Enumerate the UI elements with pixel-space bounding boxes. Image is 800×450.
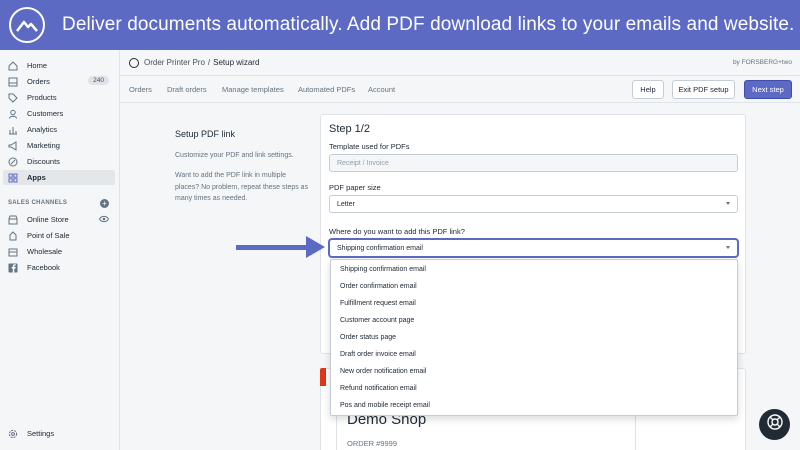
app-header: Order Printer Pro / Setup wizard by FORS… — [120, 50, 800, 76]
pos-icon — [8, 230, 18, 241]
sidebar-item-label: Customers — [27, 109, 64, 118]
callout-arrow-head — [306, 236, 325, 258]
facebook-icon — [8, 263, 18, 273]
tab-manage-templates[interactable]: Manage templates — [222, 85, 284, 94]
dropdown-option[interactable]: Order confirmation email — [340, 283, 417, 290]
section-title: Setup PDF link — [175, 129, 236, 139]
sidebar-item-marketing[interactable]: Marketing — [3, 138, 115, 153]
tab-orders[interactable]: Orders — [129, 85, 152, 94]
sidebar-item-analytics[interactable]: Analytics — [3, 122, 115, 137]
section-description: Customize your PDF and link settings. — [175, 152, 294, 159]
sidebar-item-label: Orders — [27, 77, 50, 86]
chat-support-icon — [766, 413, 784, 436]
support-chat-button[interactable] — [759, 409, 790, 440]
sidebar-item-orders[interactable]: Orders 240 — [3, 74, 115, 89]
apps-icon — [8, 173, 18, 183]
dropdown-option[interactable]: Order status page — [340, 334, 396, 341]
sidebar-item-customers[interactable]: Customers — [3, 106, 115, 121]
exit-pdf-setup-button[interactable]: Exit PDF setup — [672, 80, 735, 99]
sidebar-item-label: Settings — [27, 429, 55, 438]
tab-automated-pdfs[interactable]: Automated PDFs — [298, 85, 355, 94]
add-channel-icon[interactable]: + — [100, 199, 109, 208]
home-icon — [8, 60, 18, 71]
link-location-label: Where do you want to add this PDF link? — [329, 227, 465, 236]
link-location-dropdown: Shipping confirmation email Order confir… — [330, 259, 738, 416]
sidebar-item-settings[interactable]: Settings — [3, 426, 115, 441]
sidebar-item-label: Apps — [27, 173, 46, 182]
wholesale-icon — [8, 247, 18, 257]
sidebar-item-home[interactable]: Home — [3, 58, 115, 73]
paper-size-label: PDF paper size — [329, 183, 381, 192]
sidebar-item-label: Home — [27, 61, 48, 70]
tab-account[interactable]: Account — [368, 85, 395, 94]
orders-icon — [8, 77, 18, 87]
banner-headline: Deliver documents automatically. Add PDF… — [62, 14, 795, 35]
sidebar-item-facebook[interactable]: Facebook — [3, 260, 115, 275]
link-location-value: Shipping confirmation email — [337, 244, 423, 252]
sidebar-item-discounts[interactable]: Discounts — [3, 154, 115, 169]
sidebar-item-apps[interactable]: Apps — [3, 170, 115, 185]
breadcrumb-app[interactable]: Order Printer Pro — [144, 58, 205, 67]
order-printer-logo-icon — [129, 57, 139, 68]
developer-byline[interactable]: by FORSBERG+two — [733, 59, 792, 66]
dropdown-option[interactable]: Fulfillment request email — [340, 300, 416, 307]
dropdown-option[interactable]: Refund notification email — [340, 385, 417, 392]
sidebar-item-products[interactable]: Products — [3, 90, 115, 105]
sidebar: Home Orders 240 Products Customers Analy… — [0, 50, 120, 450]
chevron-down-icon — [726, 246, 730, 249]
sidebar-item-label: Online Store — [27, 215, 69, 224]
megaphone-icon — [8, 140, 18, 151]
callout-arrow — [236, 245, 312, 250]
sidebar-item-online-store[interactable]: Online Store — [3, 212, 115, 227]
step-indicator: Step 1/2 — [329, 123, 370, 135]
gear-icon — [8, 429, 18, 439]
dropdown-option[interactable]: Shipping confirmation email — [340, 266, 426, 273]
sidebar-item-label: Discounts — [27, 157, 60, 166]
chevron-down-icon — [726, 202, 730, 205]
analytics-icon — [8, 125, 18, 135]
sidebar-item-label: Wholesale — [27, 247, 63, 256]
preview-accent — [320, 368, 326, 386]
breadcrumb-separator: / — [207, 58, 211, 67]
promo-banner: Deliver documents automatically. Add PDF… — [0, 0, 800, 50]
paper-size-select[interactable]: Letter — [329, 195, 738, 213]
dropdown-option[interactable]: Pos and mobile receipt email — [340, 402, 430, 409]
customer-icon — [8, 109, 18, 119]
dropdown-option[interactable]: New order notification email — [340, 368, 426, 375]
sidebar-item-label: Products — [27, 93, 57, 102]
template-label: Template used for PDFs — [329, 142, 410, 151]
dropdown-option[interactable]: Draft order invoice email — [340, 351, 416, 358]
sidebar-item-label: Facebook — [27, 263, 60, 272]
preview-order-number: ORDER #9999 — [347, 439, 398, 448]
paper-size-value: Letter — [337, 200, 355, 208]
tab-draft-orders[interactable]: Draft orders — [167, 85, 207, 94]
section-hint: Want to add the PDF link in multiple pla… — [175, 172, 309, 202]
sidebar-item-label: Marketing — [27, 141, 60, 150]
template-value: Receipt / Invoice — [337, 159, 389, 167]
app-logo-icon — [9, 7, 45, 43]
sidebar-item-point-of-sale[interactable]: Point of Sale — [3, 228, 115, 243]
help-button[interactable]: Help — [632, 80, 664, 99]
sidebar-item-wholesale[interactable]: Wholesale — [3, 244, 115, 259]
sidebar-item-label: Analytics — [27, 125, 58, 134]
store-icon — [8, 215, 18, 225]
discount-icon — [8, 157, 18, 167]
dropdown-option[interactable]: Customer account page — [340, 317, 414, 324]
sidebar-item-label: Point of Sale — [27, 231, 70, 240]
breadcrumb-current: Setup wizard — [213, 58, 260, 67]
tag-icon — [8, 93, 18, 103]
sales-channels-heading: SALES CHANNELS — [8, 200, 68, 206]
next-step-button[interactable]: Next step — [744, 80, 792, 99]
template-field: Receipt / Invoice — [329, 154, 738, 172]
link-location-select[interactable]: Shipping confirmation email — [329, 239, 738, 257]
eye-icon[interactable] — [98, 215, 110, 225]
orders-count-badge: 240 — [88, 76, 109, 85]
